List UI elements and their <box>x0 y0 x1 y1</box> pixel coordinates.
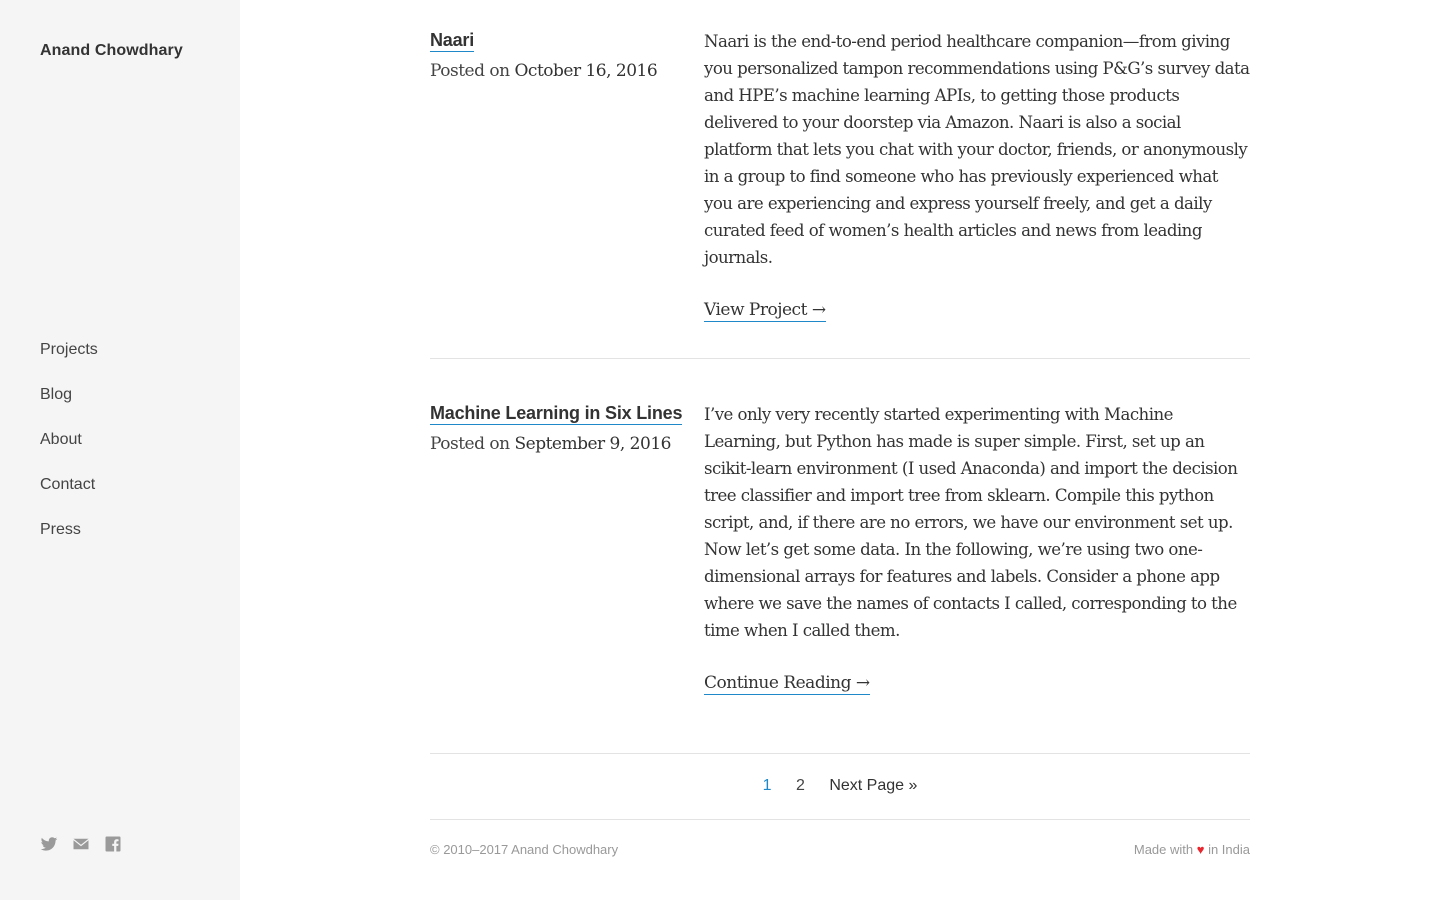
main-nav: Projects Blog About Contact Press <box>40 338 98 563</box>
post-body: I’ve only very recently started experime… <box>704 401 1250 695</box>
view-project-link[interactable]: View Project → <box>704 299 826 322</box>
post-date-value: September 9, 2016 <box>514 434 671 454</box>
post-meta: Naari Posted on October 16, 2016 <box>430 28 704 322</box>
post-date-label: Posted on <box>430 61 510 81</box>
footer-copyright: © 2010–2017 Anand Chowdhary <box>430 842 619 857</box>
nav-about[interactable]: About <box>40 431 82 448</box>
facebook-icon[interactable] <box>104 835 122 853</box>
post-machine-learning: Machine Learning in Six Lines Posted on … <box>430 401 1250 695</box>
post-title-link[interactable]: Naari <box>430 30 474 52</box>
nav-blog[interactable]: Blog <box>40 386 72 403</box>
post-date-label: Posted on <box>430 434 510 454</box>
post-date-value: October 16, 2016 <box>514 61 658 81</box>
post-title-link[interactable]: Machine Learning in Six Lines <box>430 403 682 425</box>
footer-made-with: Made with ♥ in India <box>1134 842 1250 857</box>
post-naari: Naari Posted on October 16, 2016 Naari i… <box>430 28 1250 322</box>
site-title[interactable]: Anand Chowdhary <box>40 42 183 60</box>
main-content: Naari Posted on October 16, 2016 Naari i… <box>430 0 1250 820</box>
post-date: Posted on September 9, 2016 <box>430 432 704 456</box>
social-links <box>40 835 136 853</box>
post-meta: Machine Learning in Six Lines Posted on … <box>430 401 704 695</box>
nav-projects[interactable]: Projects <box>40 341 98 358</box>
made-with-prefix: Made with <box>1133 842 1194 857</box>
next-page-link[interactable]: Next Page » <box>829 770 917 802</box>
twitter-icon[interactable] <box>40 835 58 853</box>
made-with-suffix: in India <box>1208 842 1250 857</box>
post-body: Naari is the end-to-end period healthcar… <box>704 28 1250 322</box>
page-current: 1 <box>762 777 772 794</box>
continue-reading-link[interactable]: Continue Reading → <box>704 672 870 695</box>
page-2-link[interactable]: 2 <box>796 770 805 802</box>
pagination-top-divider <box>430 753 1250 754</box>
nav-contact[interactable]: Contact <box>40 476 95 493</box>
post-divider <box>430 358 1250 359</box>
mail-icon[interactable] <box>72 835 90 853</box>
post-date: Posted on October 16, 2016 <box>430 59 704 83</box>
sidebar: Anand Chowdhary Projects Blog About Cont… <box>0 0 240 900</box>
pagination: 1 2 Next Page » <box>430 770 1250 802</box>
pagination-bottom-divider <box>430 819 1250 820</box>
nav-press[interactable]: Press <box>40 521 81 538</box>
post-excerpt: I’ve only very recently started experime… <box>704 405 1238 640</box>
post-excerpt: Naari is the end-to-end period healthcar… <box>704 32 1250 267</box>
heart-icon: ♥ <box>1196 842 1205 857</box>
